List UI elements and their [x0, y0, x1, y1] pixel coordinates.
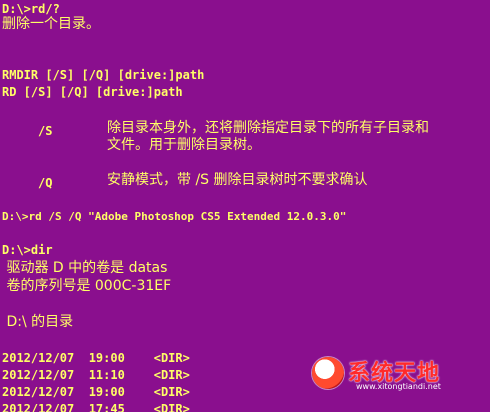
console-line-serial: 卷的序列号是 000C-31EF — [2, 278, 172, 294]
console-line-volume: 驱动器 D 中的卷是 datas — [2, 260, 168, 276]
console-line-cmd-help: D:\>rd/? — [2, 2, 60, 16]
watermark-url: www.xitongtiandi.net — [356, 382, 441, 391]
dir-listing-row: 2012/12/07 19:00 <DIR> — [2, 351, 190, 365]
command-prompt-window[interactable]: D:\>rd/? 删除一个目录。 RMDIR [/S] [/Q] [drive:… — [0, 0, 490, 412]
console-line-dir-of: D:\ 的目录 — [2, 314, 74, 330]
console-line-syntax-rmdir: RMDIR [/S] [/Q] [drive:]path — [2, 68, 205, 82]
console-line-help-desc: 删除一个目录。 — [2, 16, 100, 32]
watermark: 系统天地 www.xitongtiandi.net — [312, 355, 472, 395]
screenshot-frame: D:\>rd/? 删除一个目录。 RMDIR [/S] [/Q] [drive:… — [0, 0, 491, 412]
console-option-s-desc-2: 文件。用于删除目录树。 — [107, 137, 261, 153]
dir-listing-row: 2012/12/07 11:10 <DIR> — [2, 368, 190, 382]
dir-listing-row: 2012/12/07 17:45 <DIR> — [2, 402, 190, 412]
console-line-cmd-dir: D:\>dir — [2, 243, 53, 257]
dir-listing-row: 2012/12/07 19:00 <DIR> — [2, 385, 190, 399]
console-option-s-flag: /S — [38, 124, 53, 138]
console-option-q-flag: /Q — [38, 176, 53, 190]
console-line-syntax-rd: RD [/S] [/Q] [drive:]path — [2, 85, 183, 99]
console-line-cmd-rd: D:\>rd /S /Q "Adobe Photoshop CS5 Extend… — [2, 210, 347, 223]
console-option-s-desc-1: 除目录本身外，还将删除指定目录下的所有子目录和 — [107, 120, 429, 136]
globe-logo-icon — [312, 357, 344, 389]
console-option-q-desc: 安静模式，带 /S 删除目录树时不要求确认 — [107, 172, 368, 188]
